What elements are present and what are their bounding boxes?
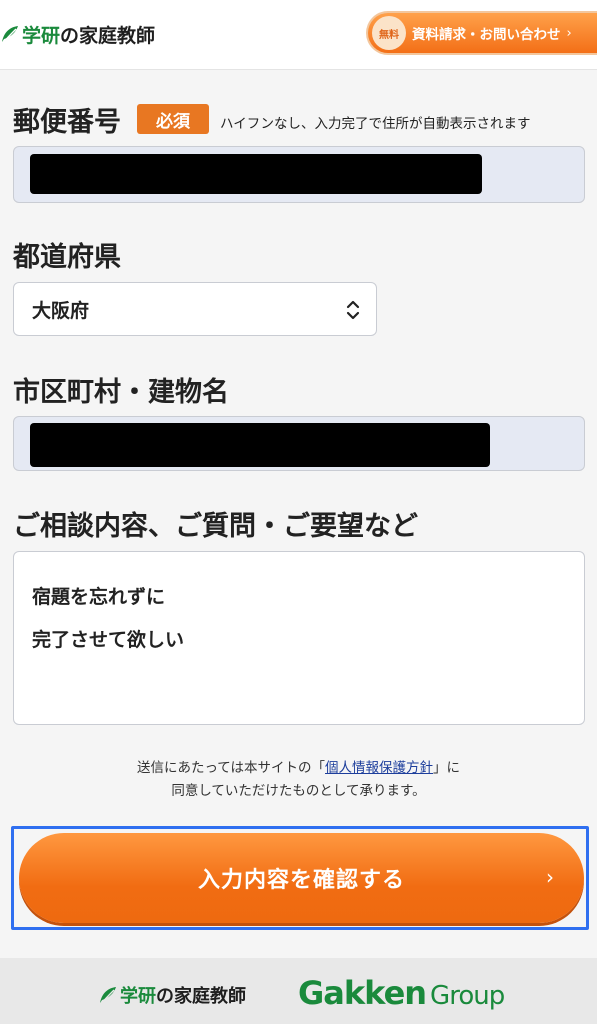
redacted-value	[30, 423, 490, 467]
city-building-input[interactable]	[13, 416, 585, 471]
consent-text-line1: 送信にあたっては本サイトの「個人情報保護方針」に	[136, 760, 461, 776]
logo-text-main: 学研	[22, 24, 61, 47]
postal-code-hint: ハイフンなし、入力完了で住所が自動表示されます	[220, 116, 531, 132]
logo-text-rest: の家庭教師	[60, 24, 156, 47]
select-updown-icon	[346, 300, 360, 320]
privacy-policy-link[interactable]: 個人情報保護方針	[325, 760, 433, 776]
postal-code-label: 郵便番号	[13, 107, 121, 138]
confirm-input-label: 入力内容を確認する	[197, 868, 405, 893]
prefecture-selected-value: 大阪府	[32, 299, 90, 322]
leaf-logo-icon	[100, 987, 116, 1005]
redacted-value	[30, 154, 482, 194]
city-building-label: 市区町村・建物名	[13, 377, 229, 408]
footer-gakken-tutor-logo[interactable]: 学研の家庭教師	[98, 982, 246, 1008]
submit-focus-ring: 入力内容を確認する ›	[11, 826, 589, 930]
gakken-brand: Gakken	[298, 974, 427, 1012]
header: 学研の家庭教師 無料 資料請求・お問い合わせ ›	[0, 0, 597, 70]
request-materials-button[interactable]: 無料 資料請求・お問い合わせ ›	[366, 11, 597, 55]
group-label: Group	[430, 981, 505, 1011]
prefecture-label: 都道府県	[13, 242, 121, 273]
logo-text-main: 学研	[120, 986, 156, 1007]
leaf-logo-icon	[2, 26, 18, 44]
chevron-right-icon: ›	[566, 25, 572, 41]
prefecture-select[interactable]: 大阪府	[13, 282, 377, 336]
free-badge: 無料	[372, 16, 406, 50]
logo-text-rest: の家庭教師	[156, 986, 246, 1007]
inquiry-textarea[interactable]: 宿題を忘れずに 完了させて欲しい	[13, 551, 585, 725]
inquiry-text-line: 宿題を忘れずに	[32, 586, 166, 608]
gakken-tutor-logo[interactable]: 学研の家庭教師	[0, 18, 155, 50]
postal-code-input[interactable]	[13, 146, 585, 203]
gakken-group-logo[interactable]: Gakken Group	[298, 974, 505, 1012]
chevron-right-icon: ›	[546, 865, 554, 889]
inquiry-text-line: 完了させて欲しい	[32, 629, 185, 651]
request-materials-label: 資料請求・お問い合わせ	[412, 27, 561, 43]
footer: 学研の家庭教師 Gakken Group	[0, 958, 597, 1024]
inquiry-label: ご相談内容、ご質問・ご要望など	[13, 511, 418, 542]
required-badge: 必須	[137, 104, 209, 134]
confirm-input-button[interactable]: 入力内容を確認する ›	[19, 833, 584, 923]
consent-text-line2: 同意していただけたものとして承ります。	[171, 783, 426, 799]
